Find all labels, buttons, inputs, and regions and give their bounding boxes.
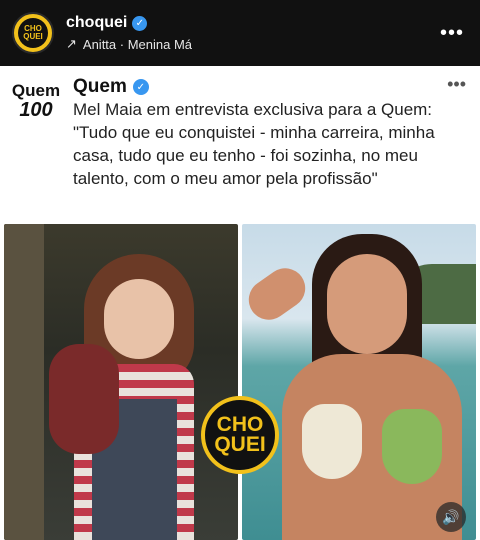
- username-row[interactable]: choquei ✓: [66, 14, 436, 32]
- bikini-right: [382, 409, 442, 484]
- verified-badge-icon: ✓: [132, 15, 148, 31]
- face-shape: [104, 279, 174, 359]
- arrow-icon: ↗: [66, 36, 77, 51]
- tweet-author-name: Quem: [73, 76, 127, 97]
- tweet-more-icon: •••: [447, 74, 466, 94]
- music-label[interactable]: Anitta · Menina Má: [83, 37, 192, 52]
- logo-text-top: Quem: [11, 81, 61, 100]
- post-media[interactable]: Quem 100 Quem ✓ ••• Mel Maia em entrevis…: [0, 66, 480, 540]
- photo-adult: 🔊: [242, 224, 476, 540]
- more-options-button[interactable]: •••: [436, 18, 468, 49]
- post-meta: choquei ✓ ↗ Anitta · Menina Má: [66, 14, 436, 52]
- face-shape: [327, 254, 407, 354]
- choquei-logo: CHO QUEI: [201, 396, 279, 474]
- profile-avatar[interactable]: CHO QUEI: [12, 12, 54, 54]
- logo-text-bottom: 100: [19, 99, 53, 121]
- raised-hand-shape: [242, 260, 314, 328]
- doll-shape: [49, 344, 119, 454]
- photo-child: [4, 224, 238, 540]
- bikini-left: [302, 404, 362, 479]
- window-frame: [4, 224, 44, 540]
- badge-text-top: CHO: [216, 413, 264, 436]
- verified-badge-icon: ✓: [132, 79, 149, 95]
- username[interactable]: choquei: [66, 14, 127, 32]
- quem-logo: Quem 100: [10, 82, 62, 126]
- music-row[interactable]: ↗ Anitta · Menina Má: [66, 36, 436, 52]
- avatar-text-bottom: QUEI: [23, 32, 43, 41]
- avatar-logo: CHO QUEI: [18, 18, 48, 48]
- volume-icon[interactable]: 🔊: [436, 502, 466, 532]
- badge-text-bottom: QUEI: [214, 433, 266, 456]
- tweet-author: Quem ✓: [73, 76, 149, 98]
- post-header: CHO QUEI choquei ✓ ↗ Anitta · Menina Má …: [0, 0, 480, 66]
- tweet-text: Mel Maia em entrevista exclusiva para a …: [73, 100, 435, 188]
